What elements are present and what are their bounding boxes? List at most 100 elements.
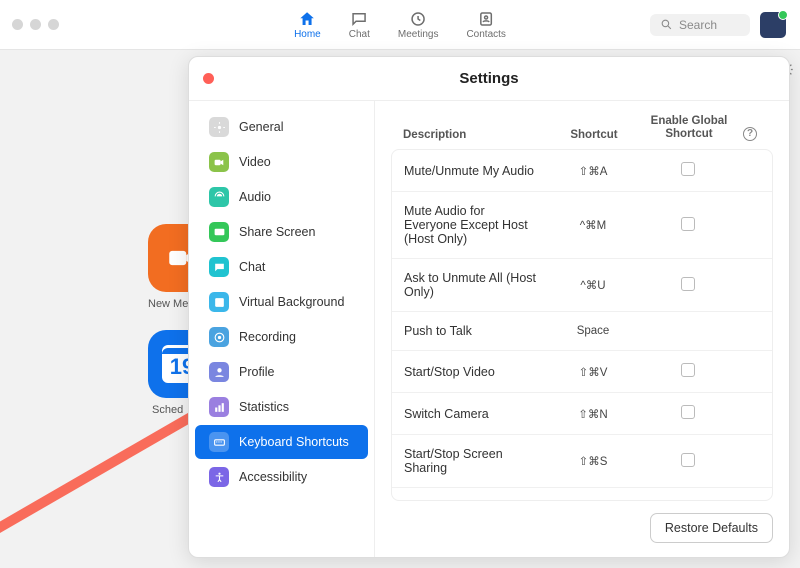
- sidebar-item-share-screen[interactable]: Share Screen: [195, 215, 368, 249]
- shortcut-description: Ask to Unmute All (Host Only): [404, 271, 548, 299]
- keyboard-shortcuts-icon: [209, 432, 229, 452]
- shortcut-row: Mute/Unmute My Audio⇧⌘A: [392, 150, 772, 192]
- shortcut-key[interactable]: ^⌘M: [548, 218, 638, 232]
- shortcut-key[interactable]: ⇧⌘A: [548, 164, 638, 178]
- sidebar-item-label: Profile: [239, 365, 274, 379]
- enable-global-checkbox[interactable]: [681, 162, 695, 176]
- audio-icon: [209, 187, 229, 207]
- nav-meetings-label: Meetings: [398, 29, 439, 40]
- sidebar-item-statistics[interactable]: Statistics: [195, 390, 368, 424]
- contacts-icon: [477, 10, 495, 28]
- sidebar-item-label: Accessibility: [239, 470, 307, 484]
- app-topbar: Home Chat Meetings Contacts Search: [0, 0, 800, 50]
- nav-contacts-label: Contacts: [466, 29, 505, 40]
- shortcut-key[interactable]: Space: [548, 325, 638, 337]
- sidebar-item-label: Audio: [239, 190, 271, 204]
- shortcut-table-header: Description Shortcut Enable Global Short…: [391, 101, 773, 149]
- enable-global-cell: [638, 162, 738, 179]
- shortcut-description: Start/Stop Screen Sharing: [404, 447, 548, 475]
- enable-global-checkbox[interactable]: [681, 363, 695, 377]
- shortcut-description: Mute Audio for Everyone Except Host (Hos…: [404, 204, 548, 246]
- shortcut-key[interactable]: ⇧⌘N: [548, 407, 638, 421]
- enable-global-cell: [638, 453, 738, 470]
- shortcut-description: Push to Talk: [404, 324, 548, 338]
- shortcut-description: Switch Camera: [404, 407, 548, 421]
- sidebar-item-profile[interactable]: Profile: [195, 355, 368, 389]
- shortcut-table: Mute/Unmute My Audio⇧⌘A Mute Audio for Ev…: [391, 149, 773, 501]
- window-traffic-lights: [12, 19, 59, 30]
- enable-global-checkbox[interactable]: [681, 453, 695, 467]
- shortcut-row: Switch Camera⇧⌘N: [392, 393, 772, 435]
- clock-icon: [409, 10, 427, 28]
- home-icon: [298, 10, 316, 28]
- shortcut-key[interactable]: ⇧⌘S: [548, 454, 638, 468]
- enable-global-cell: [638, 405, 738, 422]
- sidebar-item-label: Keyboard Shortcuts: [239, 435, 349, 449]
- chat-bubble-icon: [350, 10, 368, 28]
- search-input[interactable]: Search: [650, 14, 750, 36]
- sidebar-item-label: Share Screen: [239, 225, 315, 239]
- sidebar-item-label: General: [239, 120, 283, 134]
- recording-icon: [209, 327, 229, 347]
- nav-meetings[interactable]: Meetings: [398, 10, 439, 40]
- col-enable-global: Enable Global Shortcut: [639, 115, 739, 141]
- sidebar-item-virtual-background[interactable]: Virtual Background: [195, 285, 368, 319]
- enable-global-checkbox[interactable]: [681, 405, 695, 419]
- shortcut-row: Start/Stop Screen Sharing⇧⌘S: [392, 435, 772, 488]
- schedule-label: Sched: [152, 404, 183, 416]
- shortcut-row: Start/Stop Video⇧⌘V: [392, 351, 772, 393]
- avatar[interactable]: [760, 12, 786, 38]
- shortcut-row: Push to TalkSpace: [392, 312, 772, 351]
- sidebar-item-recording[interactable]: Recording: [195, 320, 368, 354]
- modal-close-button[interactable]: [203, 73, 214, 84]
- restore-defaults-button[interactable]: Restore Defaults: [650, 513, 773, 543]
- col-description: Description: [403, 129, 549, 141]
- accessibility-icon: [209, 467, 229, 487]
- virtual-background-icon: [209, 292, 229, 312]
- sidebar-item-chat[interactable]: Chat: [195, 250, 368, 284]
- shortcut-row: Pause/Resume Screen Sharing⇧⌘T: [392, 488, 772, 501]
- settings-modal: Settings General Video Audio Share Screen Ch…: [188, 56, 790, 558]
- nav-home[interactable]: Home: [294, 10, 321, 40]
- help-icon[interactable]: ?: [743, 127, 757, 141]
- shortcut-row: Mute Audio for Everyone Except Host (Hos…: [392, 192, 772, 259]
- enable-global-cell: [638, 277, 738, 294]
- nav-home-label: Home: [294, 29, 321, 40]
- sidebar-item-label: Recording: [239, 330, 296, 344]
- modal-titlebar: Settings: [189, 57, 789, 101]
- traffic-close[interactable]: [12, 19, 23, 30]
- chat-icon: [209, 257, 229, 277]
- statistics-icon: [209, 397, 229, 417]
- nav-chat[interactable]: Chat: [349, 10, 370, 40]
- profile-icon: [209, 362, 229, 382]
- enable-global-cell: [638, 217, 738, 234]
- shortcut-description: Start/Stop Video: [404, 365, 548, 379]
- enable-global-checkbox[interactable]: [681, 277, 695, 291]
- shortcut-key[interactable]: ⇧⌘V: [548, 365, 638, 379]
- sidebar-item-label: Video: [239, 155, 271, 169]
- shortcut-key[interactable]: ^⌘U: [548, 278, 638, 292]
- traffic-min[interactable]: [30, 19, 41, 30]
- col-shortcut: Shortcut: [549, 129, 639, 141]
- new-meeting-label: New Me: [148, 298, 188, 310]
- main-nav: Home Chat Meetings Contacts: [294, 10, 506, 40]
- search-placeholder: Search: [679, 18, 717, 32]
- sidebar-item-accessibility[interactable]: Accessibility: [195, 460, 368, 494]
- settings-sidebar: General Video Audio Share Screen Chat Virtual…: [189, 101, 375, 557]
- enable-global-checkbox[interactable]: [681, 217, 695, 231]
- traffic-max[interactable]: [48, 19, 59, 30]
- modal-title: Settings: [459, 70, 518, 87]
- sidebar-item-audio[interactable]: Audio: [195, 180, 368, 214]
- video-icon: [209, 152, 229, 172]
- sidebar-item-video[interactable]: Video: [195, 145, 368, 179]
- sidebar-item-label: Statistics: [239, 400, 289, 414]
- share-screen-icon: [209, 222, 229, 242]
- sidebar-item-general[interactable]: General: [195, 110, 368, 144]
- sidebar-item-keyboard-shortcuts[interactable]: Keyboard Shortcuts: [195, 425, 368, 459]
- shortcut-description: Mute/Unmute My Audio: [404, 164, 548, 178]
- settings-content: Description Shortcut Enable Global Short…: [375, 101, 789, 557]
- search-icon: [660, 18, 673, 31]
- shortcut-row: Ask to Unmute All (Host Only)^⌘U: [392, 259, 772, 312]
- sidebar-item-label: Virtual Background: [239, 295, 344, 309]
- nav-contacts[interactable]: Contacts: [466, 10, 505, 40]
